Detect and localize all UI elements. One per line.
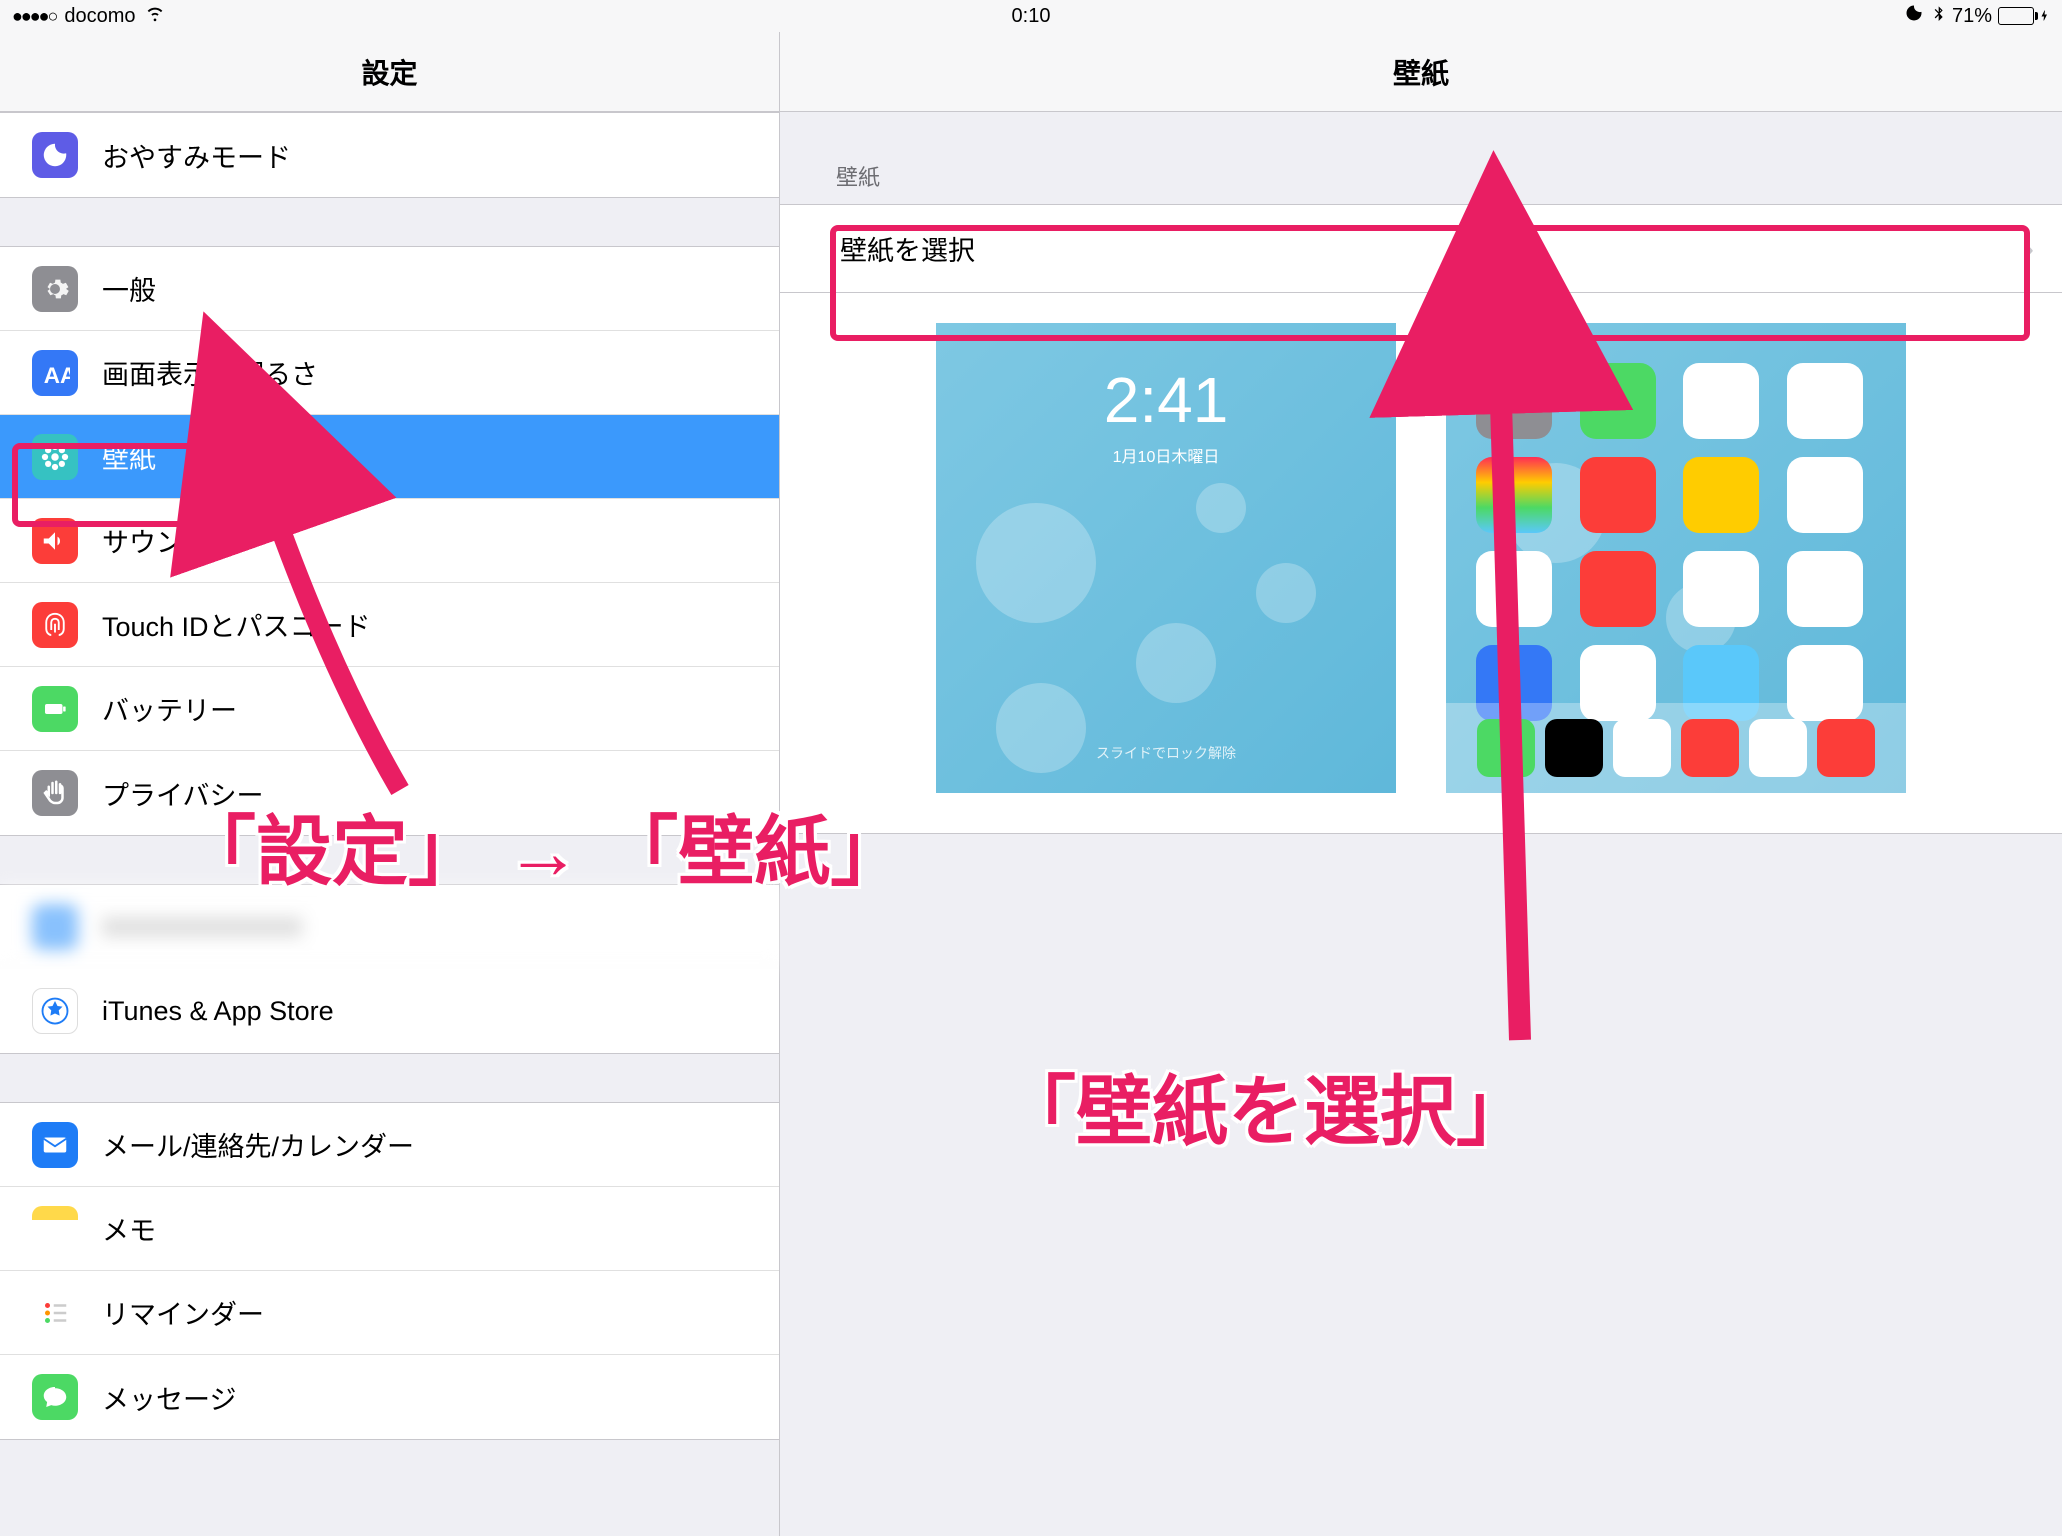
choose-wallpaper-row[interactable]: 壁紙を選択 › [780, 204, 2062, 293]
sidebar-item-touchid[interactable]: Touch IDとパスコード [0, 583, 779, 667]
signal-strength: ●●●●○ [12, 6, 56, 27]
sidebar-item-label [102, 917, 302, 937]
bluetooth-icon [1930, 3, 1946, 29]
fingerprint-icon [32, 602, 78, 648]
svg-text:AA: AA [44, 363, 70, 388]
messages-icon [32, 1374, 78, 1420]
sidebar-item-mail[interactable]: メール/連絡先/カレンダー [0, 1103, 779, 1187]
sidebar-nav: 設定 [0, 32, 779, 112]
sidebar-item-label: Touch IDとパスコード [102, 605, 755, 644]
icloud-icon [32, 904, 78, 950]
settings-sidebar: 設定 おやすみモード 一般 AA 画面表示と明るさ [0, 32, 780, 1536]
sidebar-item-label: メッセージ [102, 1378, 755, 1417]
sidebar-item-label: おやすみモード [102, 136, 755, 175]
sidebar-title: 設定 [361, 52, 417, 92]
hand-icon [32, 770, 78, 816]
sidebar-item-label: 一般 [102, 269, 755, 308]
sidebar-item-label: メモ [102, 1209, 755, 1248]
slide-to-unlock: スライドでロック解除 [1096, 743, 1236, 763]
sidebar-item-messages[interactable]: メッセージ [0, 1355, 779, 1439]
detail-nav: 壁紙 [780, 32, 2062, 112]
dnd-icon [1904, 3, 1924, 29]
wallpaper-icon [32, 434, 78, 480]
sidebar-item-notes[interactable]: メモ [0, 1187, 779, 1271]
moon-icon [32, 132, 78, 178]
sidebar-item-label: メール/連絡先/カレンダー [102, 1125, 755, 1164]
battery-icon [1998, 7, 2050, 25]
carrier-label: docomo [64, 5, 135, 28]
sidebar-item-appstore[interactable]: iTunes & App Store [0, 969, 779, 1053]
sidebar-item-icloud[interactable] [0, 885, 779, 969]
sidebar-item-privacy[interactable]: プライバシー [0, 751, 779, 835]
chevron-right-icon: › [2023, 230, 2034, 267]
sidebar-item-dnd[interactable]: おやすみモード [0, 113, 779, 197]
sidebar-item-label: プライバシー [102, 774, 755, 813]
sidebar-item-wallpaper[interactable]: 壁紙 [0, 415, 779, 499]
sidebar-item-label: 画面表示と明るさ [102, 353, 755, 392]
sidebar-item-battery[interactable]: バッテリー [0, 667, 779, 751]
sidebar-item-label: バッテリー [102, 689, 755, 728]
sidebar-item-display[interactable]: AA 画面表示と明るさ [0, 331, 779, 415]
sidebar-item-label: iTunes & App Store [102, 996, 755, 1027]
sidebar-item-label: 壁紙 [102, 437, 755, 476]
sidebar-item-reminders[interactable]: リマインダー [0, 1271, 779, 1355]
wallpaper-previews: 2:41 1月10日木曜日 スライドでロック解除 [780, 293, 2062, 834]
section-header: 壁紙 [780, 112, 2062, 204]
home-screen-preview[interactable] [1446, 323, 1906, 793]
notes-icon [32, 1206, 78, 1252]
display-icon: AA [32, 350, 78, 396]
detail-pane: 壁紙 壁紙 壁紙を選択 › 2:41 1月10日木曜日 スライドでロック解除 [780, 32, 2062, 1536]
sidebar-item-label: サウンド [102, 521, 755, 560]
appstore-icon [32, 988, 78, 1034]
reminders-icon [32, 1290, 78, 1336]
status-time: 0:10 [1012, 5, 1051, 28]
status-bar: ●●●●○ docomo 0:10 71% [0, 0, 2062, 32]
sidebar-item-label: リマインダー [102, 1293, 755, 1332]
detail-title: 壁紙 [1393, 52, 1449, 92]
lock-time: 2:41 [1104, 363, 1229, 437]
choose-wallpaper-label: 壁紙を選択 [840, 229, 975, 268]
wifi-icon [144, 2, 166, 30]
sidebar-item-sounds[interactable]: サウンド [0, 499, 779, 583]
battery-percent: 71% [1952, 5, 1992, 28]
gear-icon [32, 266, 78, 312]
mail-icon [32, 1122, 78, 1168]
lock-date: 1月10日木曜日 [1113, 443, 1220, 467]
lock-screen-preview[interactable]: 2:41 1月10日木曜日 スライドでロック解除 [936, 323, 1396, 793]
sidebar-item-general[interactable]: 一般 [0, 247, 779, 331]
sound-icon [32, 518, 78, 564]
battery-icon [32, 686, 78, 732]
